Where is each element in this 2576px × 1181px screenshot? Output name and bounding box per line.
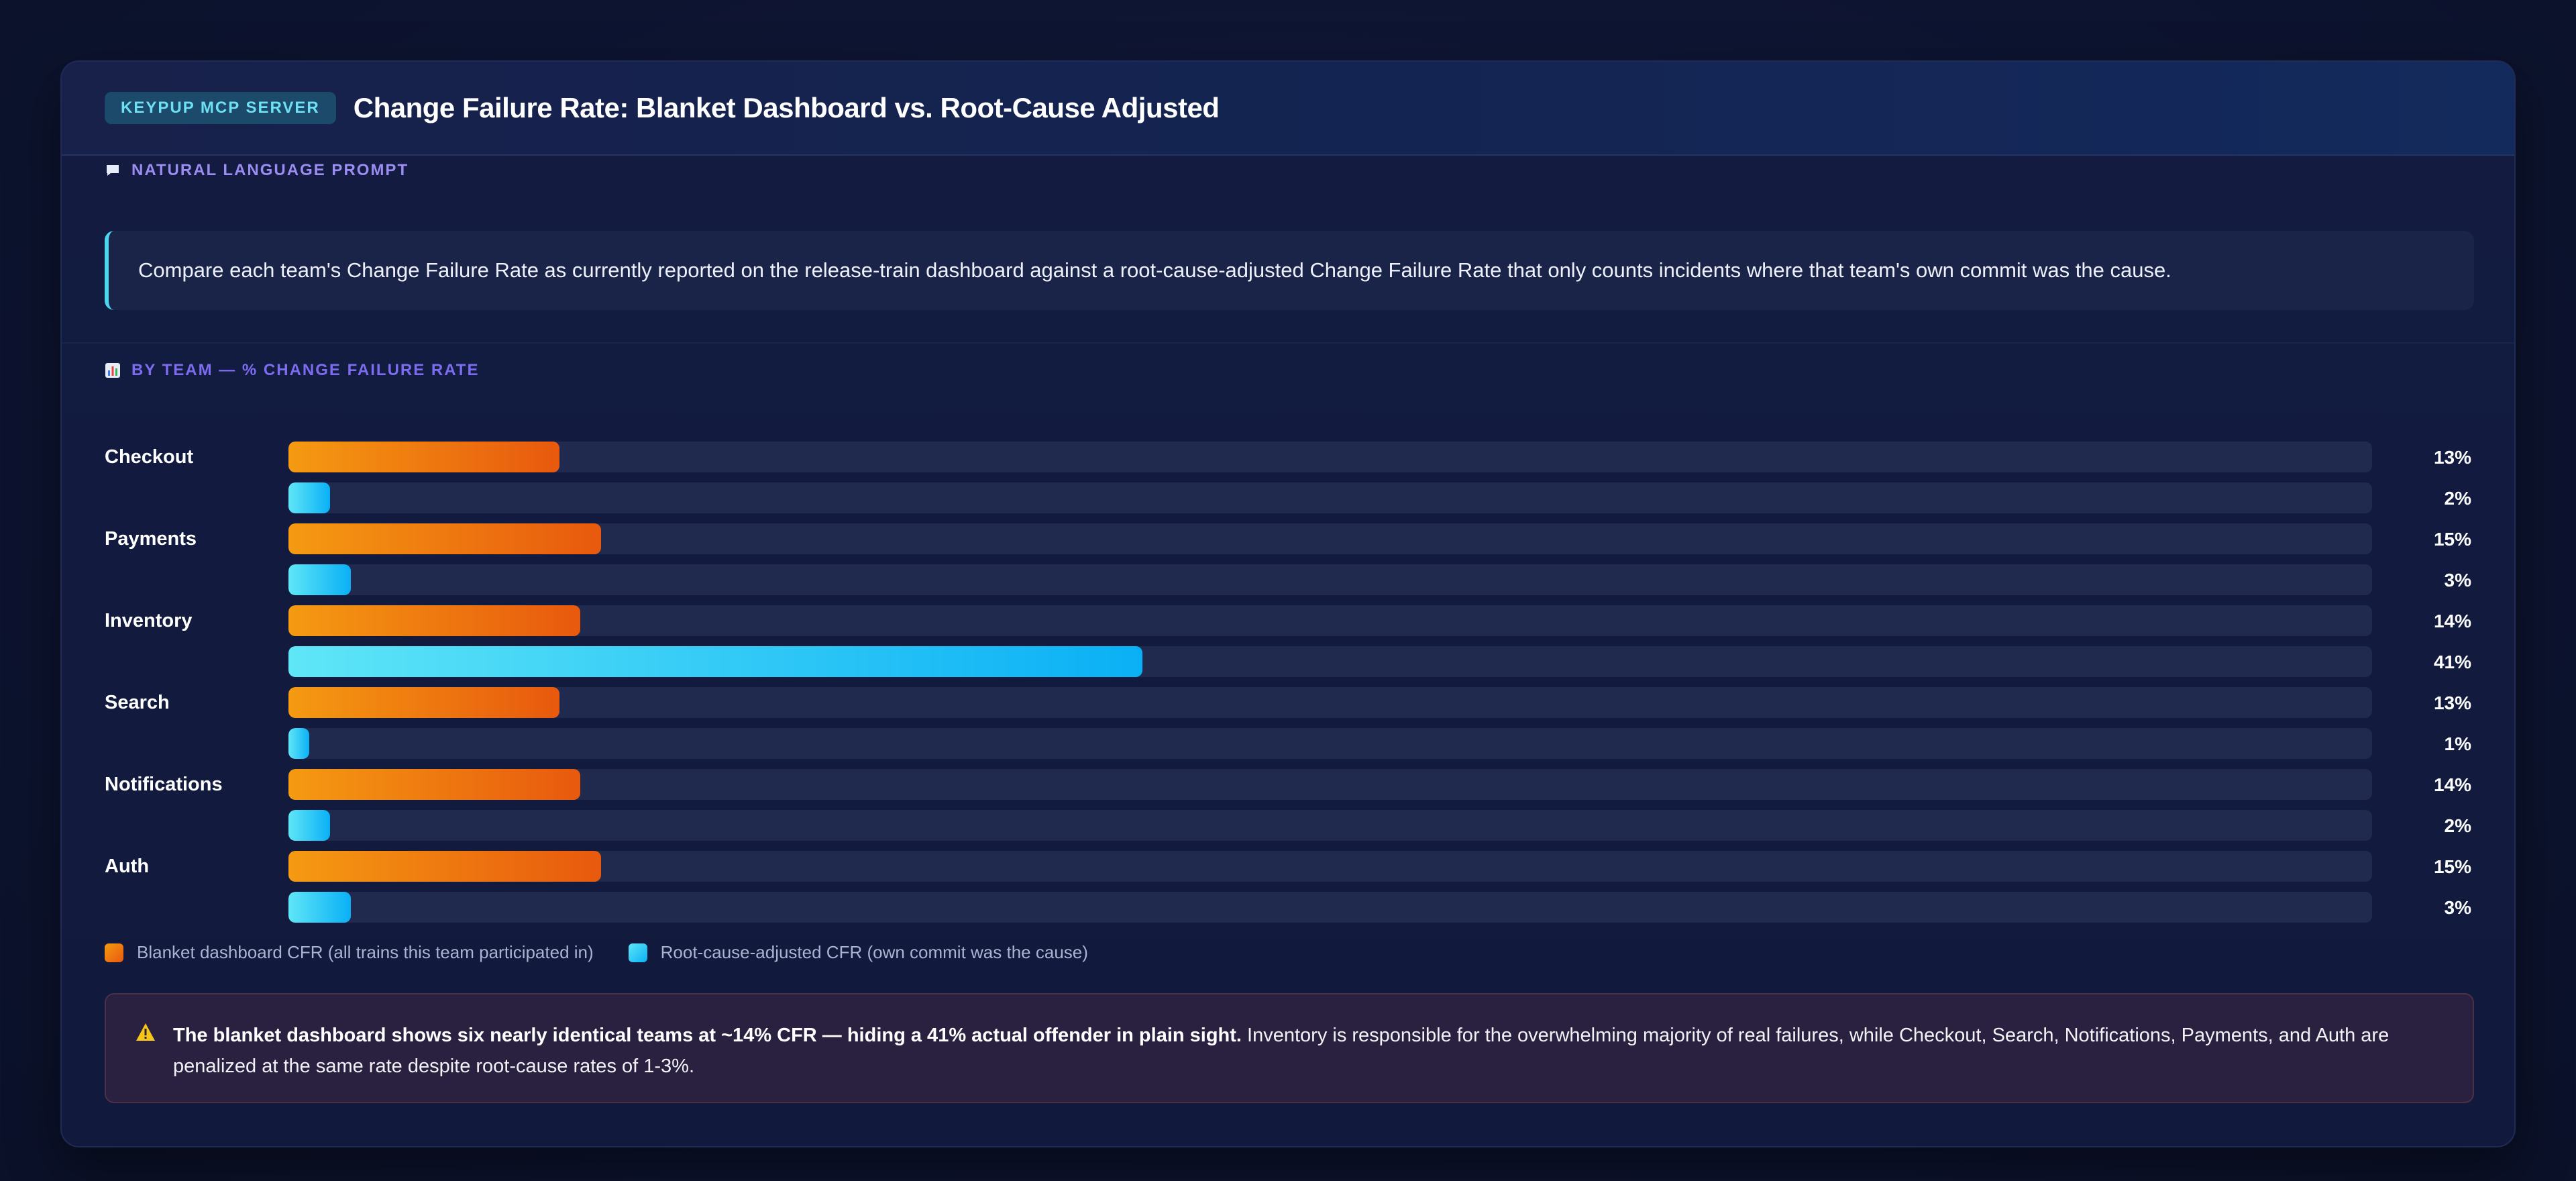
legend-label-blanket: Blanket dashboard CFR (all trains this t… [137, 942, 594, 962]
bar-track-notifications-adjusted [288, 810, 2372, 841]
bar-payments-blanket [288, 523, 601, 554]
legend-label-adjusted: Root-cause-adjusted CFR (own commit was … [660, 942, 1088, 962]
value-label-auth-blanket: 15% [2433, 856, 2471, 877]
value-label-payments-adjusted: 3% [2444, 570, 2471, 590]
dashboard-card: KEYPUP MCP SERVER Change Failure Rate: B… [60, 60, 2516, 1147]
value-label-inventory-adjusted: 41% [2433, 652, 2471, 672]
callout-headline: The blanket dashboard shows six nearly i… [173, 1025, 1242, 1046]
bar-inventory-adjusted [288, 646, 1143, 677]
bar-track-inventory-adjusted [288, 646, 2372, 677]
bar-notifications-adjusted [288, 810, 331, 841]
value-label-auth-adjusted: 3% [2444, 897, 2471, 918]
bar-track-auth-adjusted [288, 892, 2372, 923]
team-label-search: Search [105, 692, 170, 713]
bar-track-auth-blanket [288, 851, 2372, 882]
legend-item-blanket: Blanket dashboard CFR (all trains this t… [105, 942, 594, 963]
warning-icon [136, 1023, 155, 1041]
chart-legend: Blanket dashboard CFR (all trains this t… [105, 942, 1123, 963]
team-label-inventory: Inventory [105, 610, 193, 631]
team-label-auth: Auth [105, 856, 150, 877]
team-label-checkout: Checkout [105, 446, 194, 468]
insight-callout: The blanket dashboard shows six nearly i… [105, 993, 2474, 1103]
value-label-notifications-blanket: 14% [2433, 774, 2471, 795]
bar-search-adjusted [288, 728, 310, 759]
bar-track-inventory-blanket [288, 605, 2372, 636]
value-label-payments-blanket: 15% [2433, 529, 2471, 550]
legend-swatch-blanket [105, 943, 123, 962]
value-label-notifications-adjusted: 2% [2444, 815, 2471, 836]
legend-swatch-adjusted [628, 943, 647, 962]
bar-payments-adjusted [288, 564, 352, 595]
value-label-search-blanket: 13% [2433, 692, 2471, 713]
bar-track-checkout-blanket [288, 442, 2372, 472]
value-label-checkout-adjusted: 2% [2444, 488, 2471, 509]
bar-track-search-blanket [288, 687, 2372, 718]
bar-auth-adjusted [288, 892, 352, 923]
team-label-notifications: Notifications [105, 774, 223, 795]
bar-auth-blanket [288, 851, 601, 882]
bar-checkout-adjusted [288, 482, 331, 513]
value-label-search-adjusted: 1% [2444, 733, 2471, 754]
value-label-checkout-blanket: 13% [2433, 447, 2471, 468]
bar-search-blanket [288, 687, 559, 718]
bar-track-search-adjusted [288, 728, 2372, 759]
bar-track-payments-adjusted [288, 564, 2372, 595]
bar-checkout-blanket [288, 442, 559, 472]
bar-track-notifications-blanket [288, 769, 2372, 800]
bar-notifications-blanket [288, 769, 580, 800]
bar-inventory-blanket [288, 605, 580, 636]
bar-track-payments-blanket [288, 523, 2372, 554]
value-label-inventory-blanket: 14% [2433, 611, 2471, 631]
team-label-payments: Payments [105, 528, 197, 550]
bar-chart: Checkout 13% 2% Payments 15% 3% Inventory 14% 41… [62, 62, 2514, 1146]
bar-track-checkout-adjusted [288, 482, 2372, 513]
legend-item-adjusted: Root-cause-adjusted CFR (own commit was … [628, 942, 1088, 963]
